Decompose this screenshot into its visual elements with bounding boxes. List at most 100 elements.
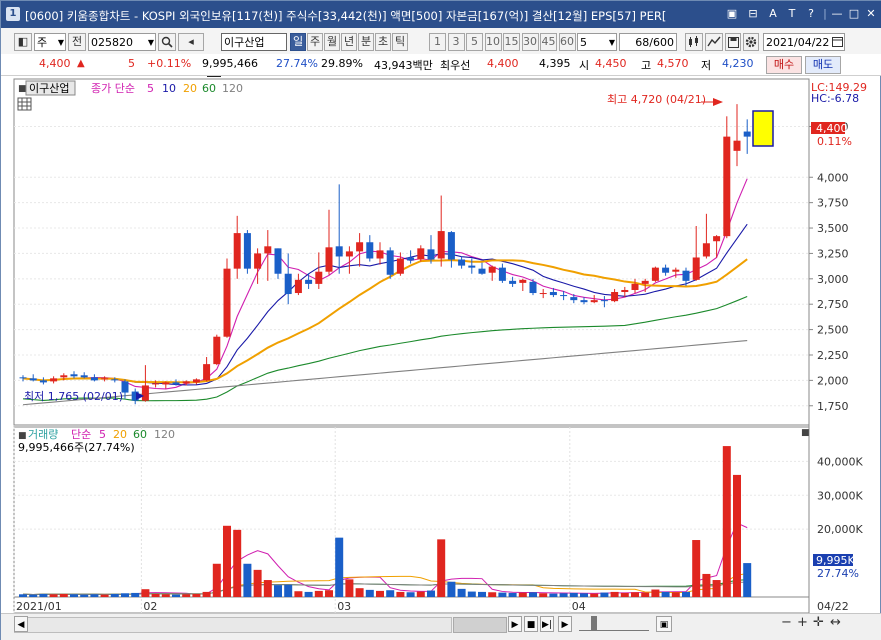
play-icon[interactable]: ▶ [508, 616, 522, 632]
candle-body [641, 280, 649, 284]
volume-tick-label: 40,000K [817, 455, 863, 468]
volume-bar [600, 592, 609, 597]
candle-body [498, 267, 506, 281]
candle-body [427, 249, 435, 260]
candle-body [294, 279, 302, 294]
candle-body [447, 232, 455, 260]
candle-body [437, 231, 445, 259]
vol-legend-ma-5: 5 [99, 428, 106, 441]
hc-value: HC:-6.78 [811, 92, 859, 105]
candle-body [417, 248, 425, 260]
volume-bar [590, 593, 599, 597]
volume-bar [712, 580, 721, 597]
candle-body [29, 378, 37, 381]
volume-bar [223, 525, 231, 597]
current-price-box[interactable] [752, 110, 774, 147]
volume-bar [141, 589, 150, 597]
stop-icon[interactable]: ■ [524, 616, 538, 632]
candle-body [305, 279, 313, 284]
candle-body [396, 258, 404, 274]
zoom-slider[interactable] [579, 618, 649, 631]
horizontal-scrollbar[interactable] [14, 617, 452, 633]
candle-body [223, 268, 231, 337]
table-icon[interactable] [17, 97, 32, 111]
crosshair-icon[interactable]: ✛ [813, 615, 824, 630]
candle-body [549, 292, 557, 296]
candle-body [203, 364, 211, 381]
pan-icon[interactable]: ↔ [830, 615, 841, 630]
volume-bar [345, 579, 354, 597]
zoom-slider-handle[interactable] [591, 616, 597, 630]
volume-bar [651, 589, 660, 597]
volume-bar [722, 446, 731, 597]
candle-body [141, 385, 149, 401]
price-chart[interactable]: 4,5004,0003,7503,5003,2503,0002,7502,500… [1, 1, 881, 613]
scroll-right-icon[interactable]: ▶ [558, 616, 572, 632]
date-label: 04 [572, 600, 586, 613]
candle-body [407, 257, 415, 261]
candle-body [182, 381, 190, 384]
price-tick-label: 1,750 [817, 400, 849, 413]
candle-body [621, 289, 629, 293]
vol-pane-square-icon[interactable]: ■ [801, 428, 810, 438]
low-annotation: 최저 1,765 (02/01) [24, 390, 123, 403]
volume-bar [488, 592, 497, 597]
volume-bar [671, 592, 680, 597]
scroll-thumb[interactable] [453, 617, 507, 633]
volume-bar [110, 593, 119, 597]
candle-body [580, 300, 588, 303]
next-end-icon[interactable]: ▶| [540, 616, 554, 632]
zoom-out-icon[interactable]: − [781, 615, 792, 630]
candle-body [468, 265, 476, 268]
volume-bar [335, 537, 344, 597]
candle-body [702, 243, 710, 257]
volume-bar [212, 563, 221, 597]
volume-bar [151, 593, 160, 597]
candle-body [254, 253, 262, 269]
candle-body [50, 378, 58, 382]
candle-body [111, 379, 119, 381]
candle-body [672, 269, 680, 272]
volume-bar [192, 593, 201, 597]
candle-body [315, 271, 323, 284]
high-annotation: 최고 4,720 (04/21) [607, 93, 706, 106]
volume-bar [733, 474, 741, 597]
candle-body [519, 279, 527, 283]
volume-bar [202, 591, 211, 597]
candle-body [70, 374, 78, 377]
vol-legend-label: 거래량 [28, 428, 58, 441]
volume-bar [90, 594, 99, 597]
vol-legend-ma-120: 120 [154, 428, 175, 441]
candle-body [192, 379, 200, 383]
volume-bar [569, 592, 578, 597]
candle-body [90, 377, 98, 381]
price-tick-label: 3,750 [817, 197, 849, 210]
vol-legend-ma-20: 20 [113, 428, 127, 441]
candle-body [478, 268, 486, 274]
legend-ma-120: 120 [222, 82, 243, 95]
zoom-in-icon[interactable]: + [797, 615, 808, 630]
legend-ma-20: 20 [183, 82, 197, 95]
volume-bar [478, 591, 486, 597]
volume-bar [325, 590, 333, 597]
chart-window: 1 [0600] 키움종합차트 - KOSPI 외국인보유[117(천)] 주식… [0, 0, 881, 640]
candle-body [570, 297, 578, 301]
candle-body [458, 259, 466, 266]
volume-bar [182, 594, 191, 597]
volume-bar [416, 591, 425, 597]
candle-body [723, 136, 731, 237]
price-pct: 0.11% [817, 135, 852, 148]
candle-body [60, 375, 68, 378]
last-date-label: 04/22 [817, 600, 849, 613]
volume-bar [284, 584, 293, 597]
volume-bar [19, 594, 27, 597]
price-flag: 4,400 [816, 122, 848, 135]
date-axis-frame [13, 596, 810, 613]
legend-ma-label: 종가 단순 [91, 82, 135, 95]
volume-bar [539, 593, 548, 597]
legend-ma-60: 60 [202, 82, 216, 95]
volume-bar [467, 591, 476, 597]
volume-bar [620, 592, 629, 597]
zoom-lock-icon[interactable]: ▣ [656, 616, 672, 632]
scroll-left-icon[interactable]: ◀ [14, 616, 28, 632]
